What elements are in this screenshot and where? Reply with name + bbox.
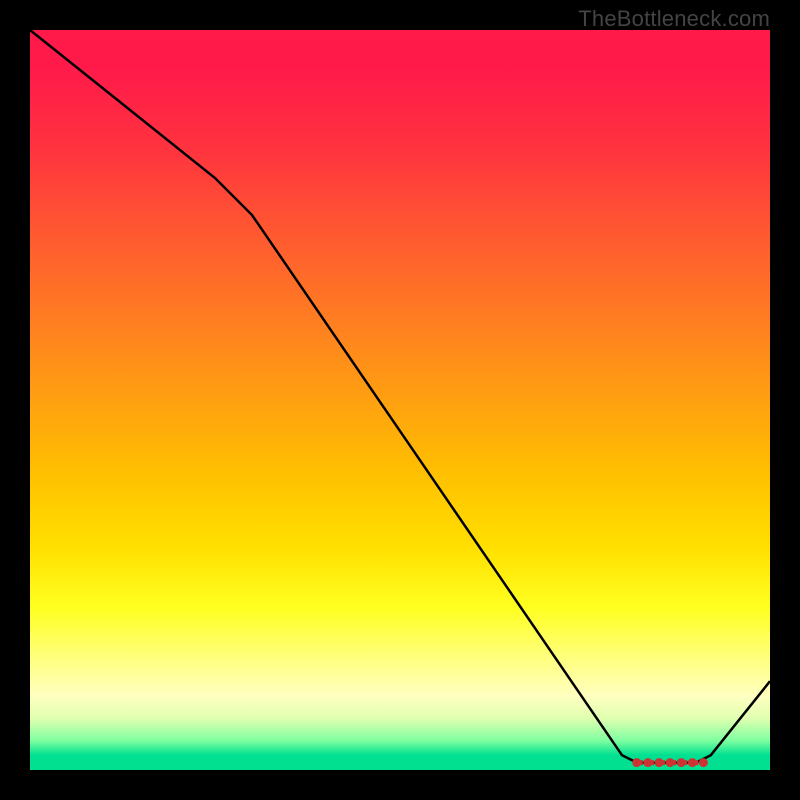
chart-svg xyxy=(30,30,770,770)
bottleneck-curve xyxy=(30,30,770,763)
highlight-dot xyxy=(699,759,707,767)
watermark-text: TheBottleneck.com xyxy=(578,6,770,32)
highlight-markers xyxy=(633,759,708,767)
